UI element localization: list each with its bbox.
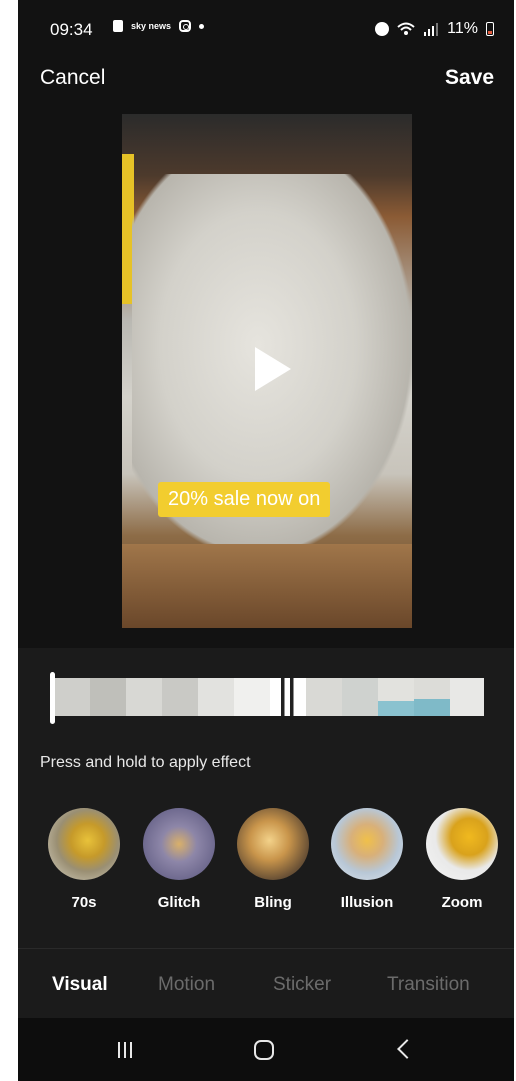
- effects-row: 70s Glitch Bling Illusion Zoom: [48, 808, 514, 918]
- alarm-icon: [375, 22, 390, 36]
- timeline-frame: [90, 678, 126, 716]
- video-timeline[interactable]: [54, 678, 484, 716]
- signal-icon: [424, 23, 439, 36]
- play-icon[interactable]: [255, 347, 291, 391]
- wifi-icon: [397, 22, 415, 35]
- tab-sticker[interactable]: Sticker: [273, 974, 331, 996]
- tab-divider: [18, 948, 514, 949]
- effect-thumbnail: [143, 808, 215, 880]
- effect-illusion[interactable]: Illusion: [331, 808, 403, 911]
- caption-sticker[interactable]: 20% sale now on: [158, 482, 331, 517]
- table-surface: [122, 544, 412, 628]
- status-time: 09:34: [50, 20, 93, 39]
- effect-label: Glitch: [157, 894, 201, 911]
- battery-icon: [486, 22, 494, 36]
- home-icon[interactable]: [254, 1040, 274, 1060]
- effect-hint: Press and hold to apply effect: [40, 754, 251, 771]
- notification-icons: sky news: [113, 20, 205, 32]
- effect-bling[interactable]: Bling: [237, 808, 309, 911]
- effect-label: Zoom: [441, 894, 483, 911]
- instagram-icon: [179, 20, 192, 32]
- status-right: 11%: [375, 20, 494, 38]
- effect-thumbnail: [331, 808, 403, 880]
- timeline-frame: [54, 678, 90, 716]
- timeline-frame: [234, 678, 270, 716]
- effect-label: Illusion: [340, 894, 394, 911]
- effect-zoom[interactable]: Zoom: [426, 808, 498, 911]
- effects-panel: Press and hold to apply effect 70s Glitc…: [18, 648, 514, 1018]
- tab-transition[interactable]: Transition: [387, 974, 470, 996]
- video-preview[interactable]: 20% sale now on: [122, 114, 412, 628]
- effect-thumbnail: [237, 808, 309, 880]
- status-bar: 09:34 sky news 11%: [18, 0, 514, 56]
- navigation-bar: [18, 1018, 514, 1081]
- timeline-frame: [450, 678, 484, 716]
- timeline-frame: [306, 678, 342, 716]
- tab-visual[interactable]: Visual: [52, 974, 108, 996]
- timeline-frame: [414, 678, 450, 716]
- effect-label: 70s: [71, 894, 97, 911]
- timeline-frame: [378, 678, 414, 716]
- timeline-frame: [198, 678, 234, 716]
- timeline-frame: [342, 678, 378, 716]
- phone-screen: 09:34 sky news 11% Cancel Save 20% sale …: [18, 0, 514, 1081]
- recent-apps-icon[interactable]: [118, 1042, 132, 1058]
- dot-icon: [199, 23, 205, 29]
- effect-thumbnail: [48, 808, 120, 880]
- save-button[interactable]: Save: [445, 66, 494, 90]
- timeline-playhead[interactable]: [50, 672, 55, 724]
- sky-news-icon: sky news: [131, 20, 172, 31]
- lock-icon: [113, 20, 123, 32]
- effect-70s[interactable]: 70s: [48, 808, 120, 911]
- effect-label: Bling: [254, 894, 292, 911]
- cancel-button[interactable]: Cancel: [40, 66, 105, 90]
- tab-motion[interactable]: Motion: [158, 974, 215, 996]
- back-icon[interactable]: [397, 1039, 417, 1059]
- timeline-frame: [126, 678, 162, 716]
- timeline-frame: [162, 678, 198, 716]
- effect-category-tabs: Visual Motion Sticker Transition: [18, 974, 514, 1000]
- timeline-frame: [270, 678, 306, 716]
- battery-percent: 11%: [447, 20, 478, 37]
- effect-glitch[interactable]: Glitch: [143, 808, 215, 911]
- effect-thumbnail: [426, 808, 498, 880]
